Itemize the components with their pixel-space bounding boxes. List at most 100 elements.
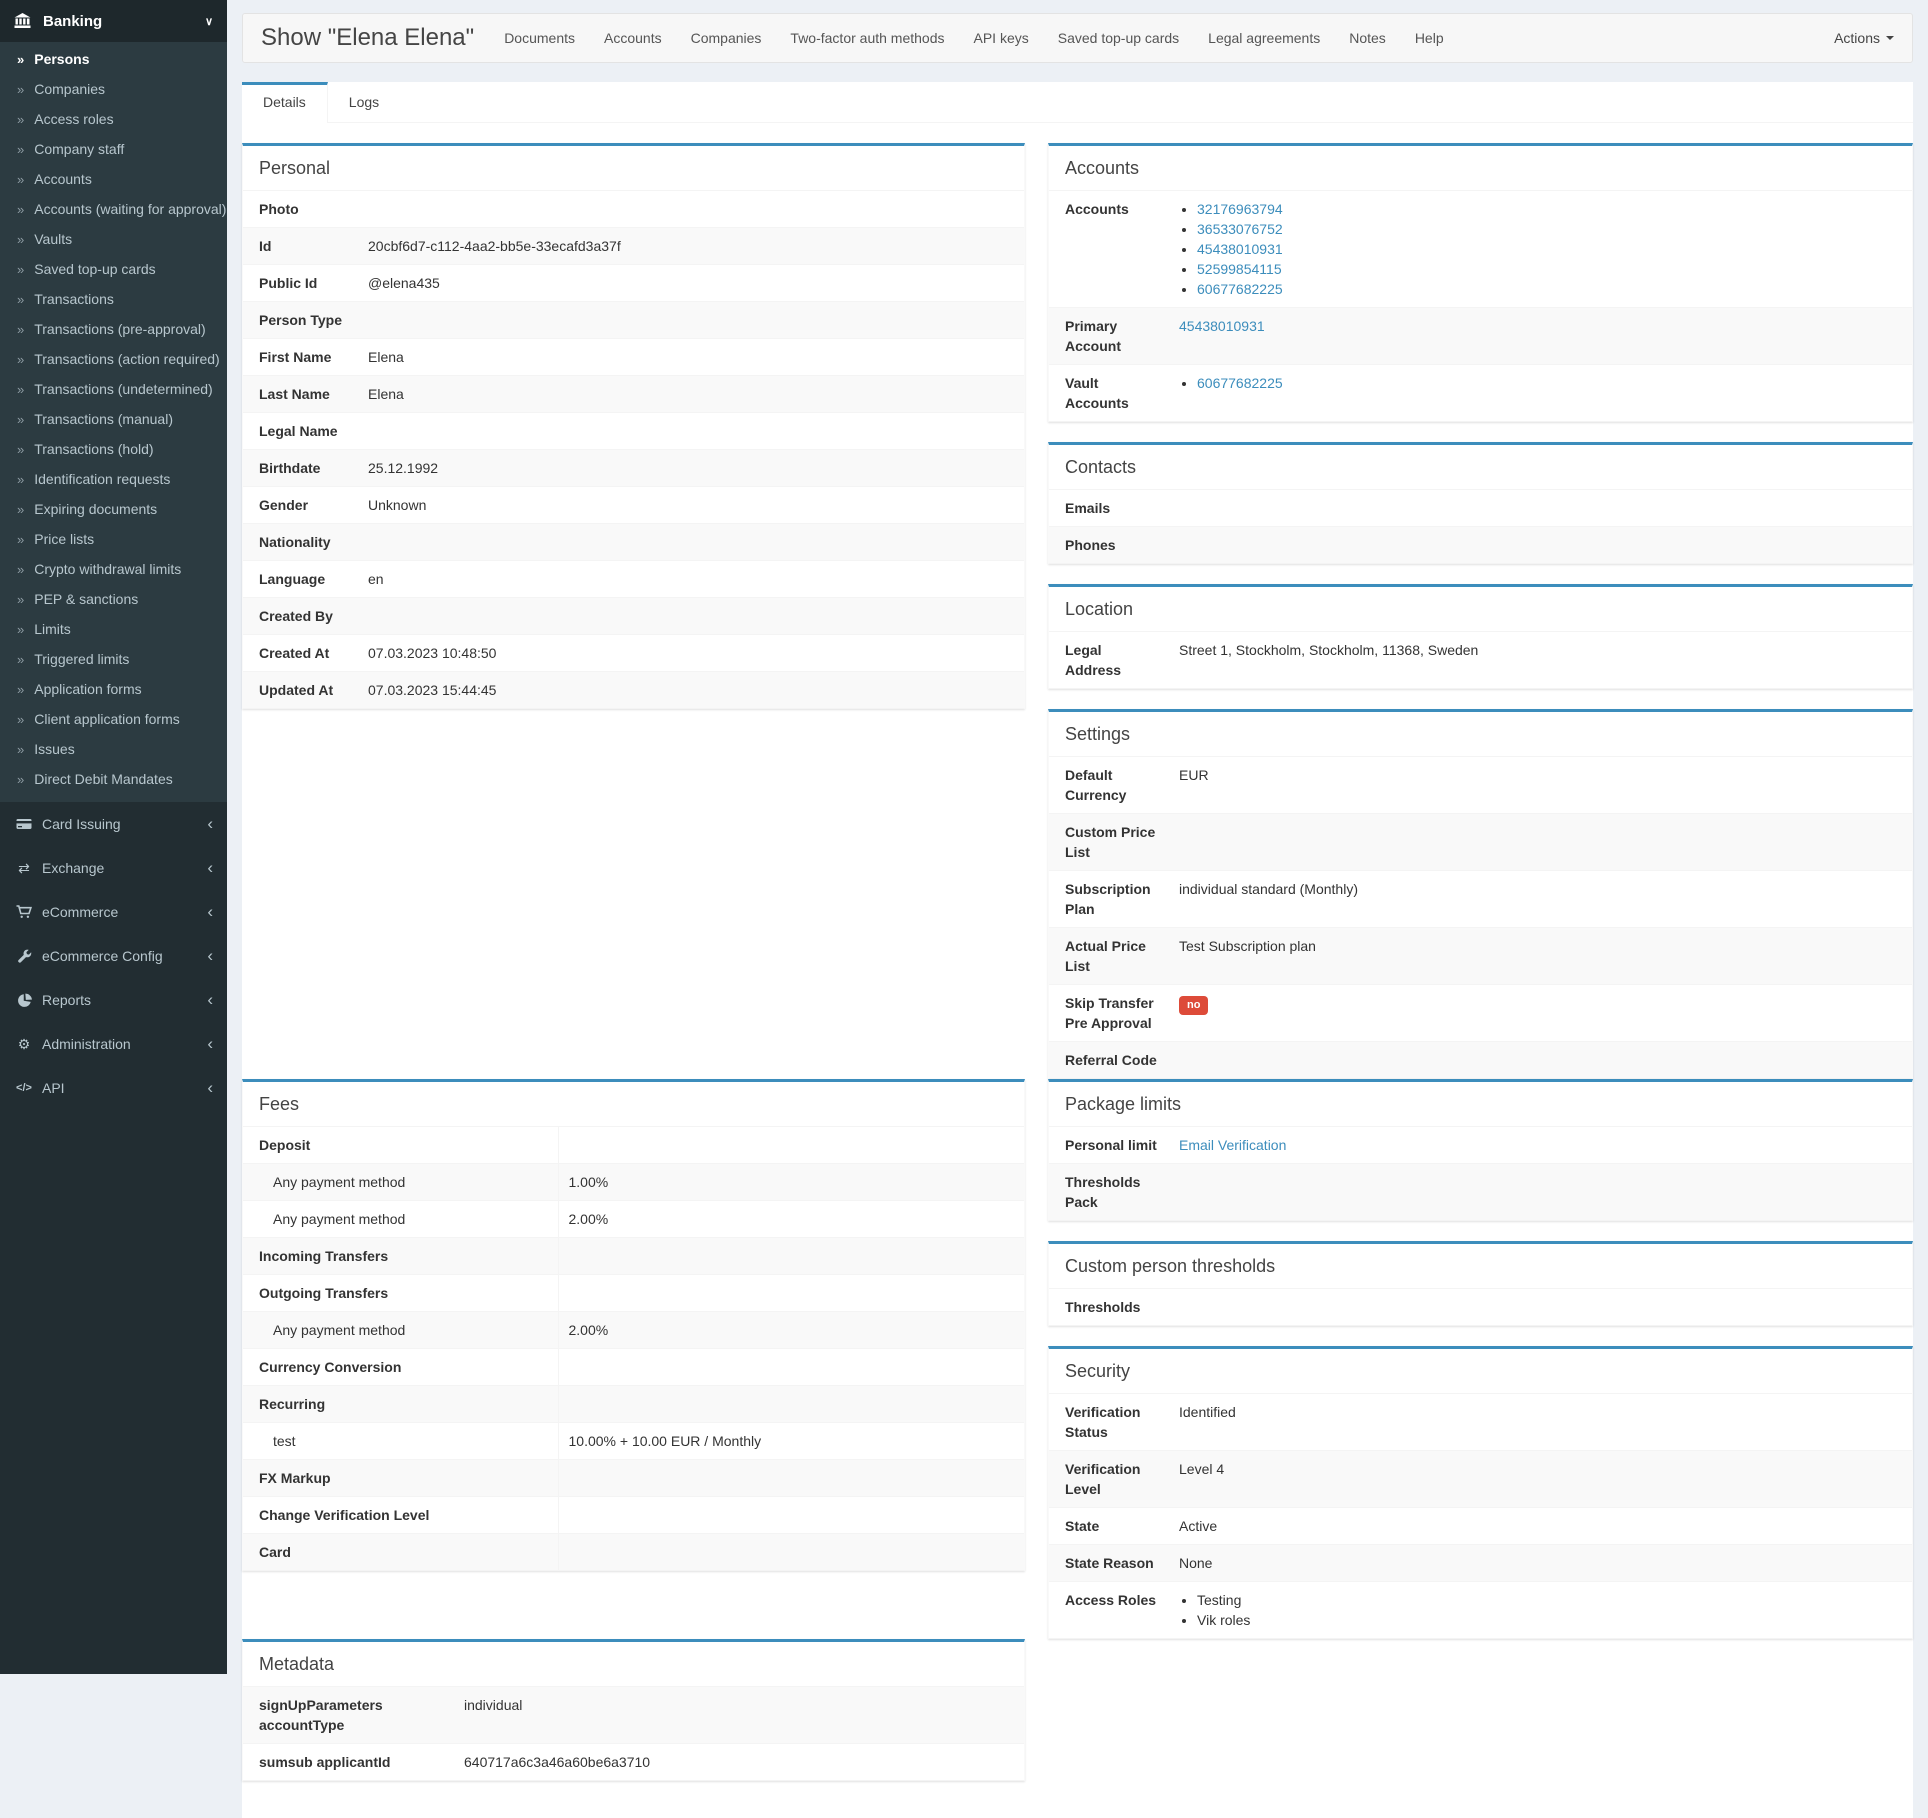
- primary-account-link[interactable]: 45438010931: [1179, 318, 1265, 334]
- sidebar-item-companies[interactable]: »Companies: [0, 74, 227, 104]
- sidebar-item-api[interactable]: </> API ‹: [0, 1066, 227, 1110]
- nav-link-documents[interactable]: Documents: [504, 30, 575, 46]
- caret-down-icon: [1886, 36, 1894, 40]
- access-role-item: Testing: [1197, 1590, 1902, 1610]
- sidebar-item-exchange[interactable]: ⇄ Exchange ‹: [0, 846, 227, 890]
- sidebar-item-saved-top-up-cards[interactable]: »Saved top-up cards: [0, 254, 227, 284]
- table-row: Custom Price List: [1049, 814, 1912, 871]
- nav-link-help[interactable]: Help: [1415, 30, 1444, 46]
- sidebar-item-price-lists[interactable]: »Price lists: [0, 524, 227, 554]
- sidebar-item-accounts[interactable]: »Accounts: [0, 164, 227, 194]
- section-title: Personal: [243, 146, 1024, 190]
- angle-double-right-icon: »: [17, 592, 24, 607]
- sidebar-item-company-staff[interactable]: »Company staff: [0, 134, 227, 164]
- table-row: Skip Transfer Pre Approval no: [1049, 985, 1912, 1042]
- sidebar-item-ecommerce[interactable]: eCommerce ‹: [0, 890, 227, 934]
- table-row: Primary Account 45438010931: [1049, 308, 1912, 365]
- table-row: Any payment method2.00%: [243, 1312, 1024, 1349]
- sidebar-item-application-forms[interactable]: »Application forms: [0, 674, 227, 704]
- tab-logs[interactable]: Logs: [328, 82, 400, 122]
- account-link[interactable]: 36533076752: [1197, 221, 1283, 237]
- table-row: Legal Name: [243, 413, 1024, 450]
- angle-double-right-icon: »: [17, 562, 24, 577]
- sidebar-item-transactions-pre-approval[interactable]: »Transactions (pre-approval): [0, 314, 227, 344]
- sidebar-item-crypto-withdrawal-limits[interactable]: »Crypto withdrawal limits: [0, 554, 227, 584]
- sidebar-item-ecommerce-config[interactable]: eCommerce Config ‹: [0, 934, 227, 978]
- angle-double-right-icon: »: [17, 112, 24, 127]
- tab-bar: Details Logs: [242, 82, 1913, 123]
- nav-link-api-keys[interactable]: API keys: [974, 30, 1029, 46]
- sidebar-item-persons[interactable]: »Persons: [0, 44, 227, 74]
- cart-icon: [14, 904, 34, 920]
- sidebar-item-reports[interactable]: Reports ‹: [0, 978, 227, 1022]
- angle-double-right-icon: »: [17, 292, 24, 307]
- nav-link-two-factor[interactable]: Two-factor auth methods: [790, 30, 944, 46]
- sidebar-item-accounts-waiting[interactable]: »Accounts (waiting for approval): [0, 194, 227, 224]
- nav-link-saved-top-up-cards[interactable]: Saved top-up cards: [1058, 30, 1179, 46]
- section-title: Contacts: [1049, 445, 1912, 489]
- angle-double-right-icon: »: [17, 322, 24, 337]
- sidebar-item-card-issuing[interactable]: Card Issuing ‹: [0, 802, 227, 846]
- metadata-section: Metadata signUpParameters accountTypeind…: [242, 1639, 1025, 1781]
- sidebar-item-direct-debit-mandates[interactable]: »Direct Debit Mandates: [0, 764, 227, 794]
- settings-section: Settings Default CurrencyEUR Custom Pric…: [1048, 709, 1913, 1079]
- table-row: Actual Price ListTest Subscription plan: [1049, 928, 1912, 985]
- angle-double-right-icon: »: [17, 742, 24, 757]
- table-row: Created At07.03.2023 10:48:50: [243, 635, 1024, 672]
- table-row: Birthdate25.12.1992: [243, 450, 1024, 487]
- security-section: Security Verification StatusIdentified V…: [1048, 1346, 1913, 1639]
- section-title: Package limits: [1049, 1082, 1912, 1126]
- sidebar-item-transactions-manual[interactable]: »Transactions (manual): [0, 404, 227, 434]
- sidebar-item-transactions[interactable]: »Transactions: [0, 284, 227, 314]
- table-row: Vault Accounts 60677682225: [1049, 365, 1912, 422]
- table-row: Any payment method2.00%: [243, 1201, 1024, 1238]
- table-row: signUpParameters accountTypeindividual: [243, 1687, 1024, 1744]
- nav-link-companies[interactable]: Companies: [691, 30, 762, 46]
- gears-icon: ⚙: [14, 1036, 34, 1053]
- code-icon: </>: [14, 1082, 34, 1094]
- tab-details[interactable]: Details: [242, 82, 328, 123]
- nav-link-notes[interactable]: Notes: [1349, 30, 1386, 46]
- page-header: Show "Elena Elena" Documents Accounts Co…: [242, 13, 1913, 63]
- chevron-left-icon: ‹: [207, 861, 213, 875]
- sidebar-item-vaults[interactable]: »Vaults: [0, 224, 227, 254]
- vault-account-link[interactable]: 60677682225: [1197, 375, 1283, 391]
- account-link[interactable]: 60677682225: [1197, 281, 1283, 297]
- table-row: Id20cbf6d7-c112-4aa2-bb5e-33ecafd3a37f: [243, 228, 1024, 265]
- table-row: Languageen: [243, 561, 1024, 598]
- chevron-down-icon: ∨: [205, 15, 213, 28]
- section-title: Settings: [1049, 712, 1912, 756]
- angle-double-right-icon: »: [17, 52, 24, 67]
- table-row: State ReasonNone: [1049, 1545, 1912, 1582]
- sidebar-item-triggered-limits[interactable]: »Triggered limits: [0, 644, 227, 674]
- sidebar-item-pep-sanctions[interactable]: »PEP & sanctions: [0, 584, 227, 614]
- personal-limit-link[interactable]: Email Verification: [1179, 1137, 1286, 1153]
- actions-button[interactable]: Actions: [1834, 30, 1894, 46]
- sidebar-item-client-application-forms[interactable]: »Client application forms: [0, 704, 227, 734]
- sidebar-item-identification-requests[interactable]: »Identification requests: [0, 464, 227, 494]
- account-link[interactable]: 52599854115: [1197, 261, 1282, 277]
- sidebar-item-limits[interactable]: »Limits: [0, 614, 227, 644]
- sidebar-item-banking[interactable]: Banking ∨: [0, 0, 227, 42]
- sidebar-item-issues[interactable]: »Issues: [0, 734, 227, 764]
- custom-person-thresholds-section: Custom person thresholds Thresholds: [1048, 1241, 1913, 1326]
- table-row: Currency Conversion: [243, 1349, 1024, 1386]
- sidebar-item-access-roles[interactable]: »Access roles: [0, 104, 227, 134]
- sidebar-item-transactions-action-required[interactable]: »Transactions (action required): [0, 344, 227, 374]
- nav-link-legal-agreements[interactable]: Legal agreements: [1208, 30, 1320, 46]
- nav-link-accounts[interactable]: Accounts: [604, 30, 662, 46]
- sidebar-item-expiring-documents[interactable]: »Expiring documents: [0, 494, 227, 524]
- sidebar-item-administration[interactable]: ⚙ Administration ‹: [0, 1022, 227, 1066]
- header-nav: Documents Accounts Companies Two-factor …: [504, 30, 1472, 46]
- access-role-item: Vik roles: [1197, 1610, 1902, 1630]
- account-link[interactable]: 45438010931: [1197, 241, 1283, 257]
- access-roles-list: Testing Vik roles: [1179, 1590, 1902, 1630]
- table-row: Recurring: [243, 1386, 1024, 1423]
- table-row: Any payment method1.00%: [243, 1164, 1024, 1201]
- banking-submenu: »Persons »Companies »Access roles »Compa…: [0, 42, 227, 802]
- table-row: Thresholds: [1049, 1289, 1912, 1326]
- sidebar-item-transactions-hold[interactable]: »Transactions (hold): [0, 434, 227, 464]
- sidebar-item-transactions-undetermined[interactable]: »Transactions (undetermined): [0, 374, 227, 404]
- account-link[interactable]: 32176963794: [1197, 201, 1283, 217]
- contacts-section: Contacts Emails Phones: [1048, 442, 1913, 564]
